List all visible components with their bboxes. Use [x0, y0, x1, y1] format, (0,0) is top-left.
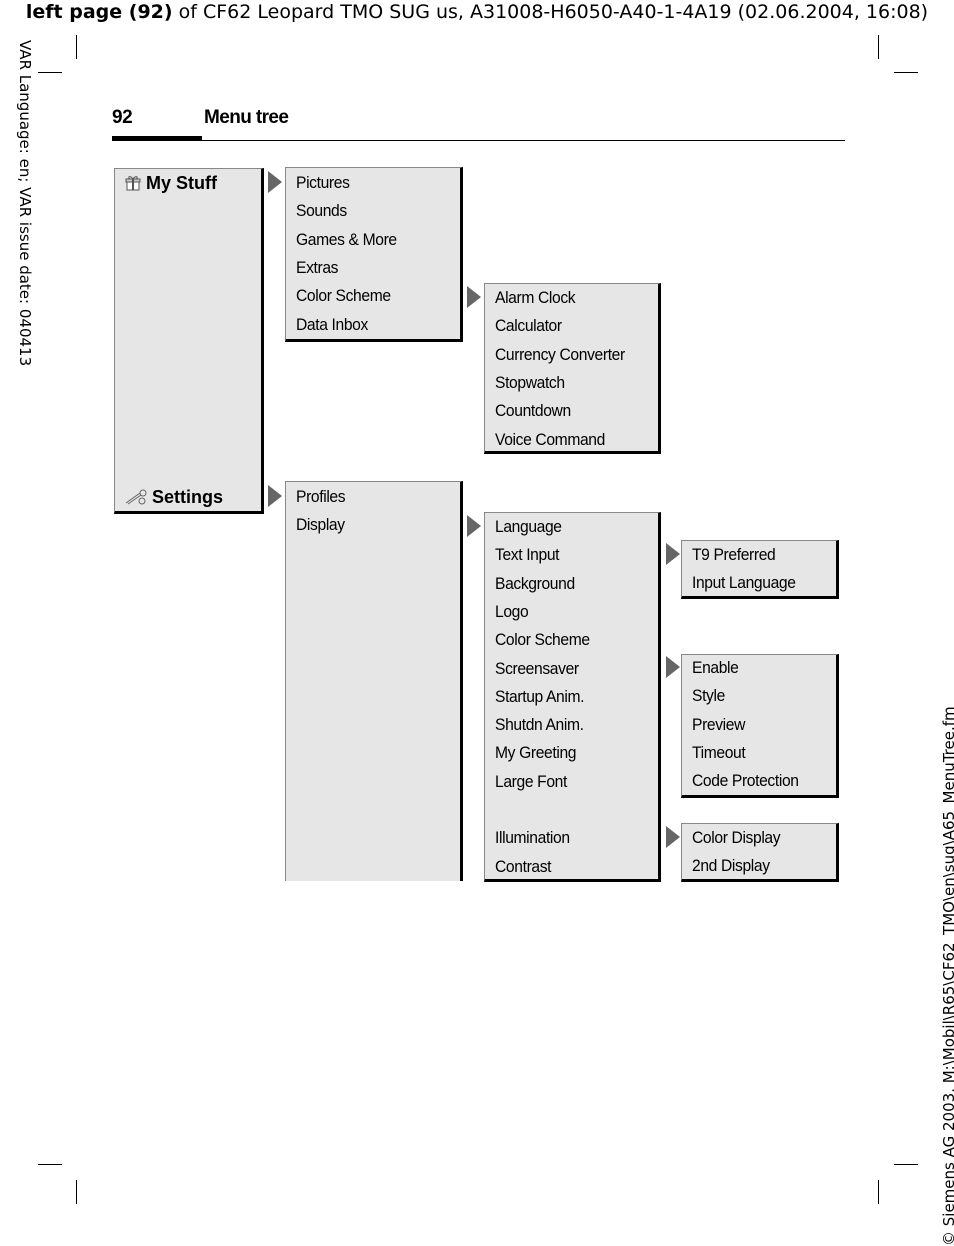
wrench-icon [125, 489, 147, 505]
submenu-arrow-icon [666, 543, 680, 565]
crop-mark [38, 1164, 62, 1165]
right-margin-text: © Siemens AG 2003, M:\Mobil\R65\CF62_TMO… [940, 706, 954, 1246]
left-margin-text: VAR Language: en; VAR issue date: 040413 [16, 40, 34, 367]
menu-item[interactable]: Voice Command [495, 430, 605, 450]
submenu-box-screensaver: Enable Style Preview Timeout Code Protection [681, 654, 839, 798]
menu-item[interactable]: 2nd Display [692, 856, 770, 876]
print-header-bold: left page (92) [25, 1, 173, 23]
main-item-my-stuff[interactable]: My Stuff [124, 172, 217, 194]
menu-item[interactable]: Color Scheme [495, 630, 590, 650]
document-page: left page (92) of CF62 Leopard TMO SUG u… [0, 0, 954, 1246]
gift-icon [125, 176, 141, 191]
menu-item[interactable]: Code Protection [692, 771, 799, 791]
crop-mark [894, 1164, 918, 1165]
crop-mark [76, 35, 77, 59]
submenu-box-text-input: T9 Preferred Input Language [681, 540, 839, 599]
menu-item[interactable]: Shutdn Anim. [495, 715, 584, 735]
section-title: Menu tree [204, 107, 289, 128]
menu-item[interactable]: Background [495, 574, 575, 594]
submenu-arrow-icon [666, 826, 680, 848]
main-menu-box: My Stuff Settings [114, 168, 264, 514]
page-number: 92 [112, 107, 133, 128]
menu-item[interactable]: Sounds [296, 201, 347, 221]
main-item-label: Settings [152, 487, 224, 507]
menu-item[interactable]: Large Font [495, 772, 567, 792]
menu-item[interactable]: Calculator [495, 316, 562, 336]
menu-item[interactable]: Screensaver [495, 659, 579, 679]
submenu-box-settings: Profiles Display [285, 481, 463, 881]
submenu-arrow-icon [467, 515, 481, 537]
menu-item[interactable]: Countdown [495, 401, 571, 421]
crop-mark [878, 35, 879, 59]
menu-item[interactable]: Logo [495, 602, 529, 622]
menu-item[interactable]: Language [495, 517, 562, 537]
menu-item[interactable]: Games & More [296, 230, 397, 250]
menu-item[interactable]: Startup Anim. [495, 687, 584, 707]
menu-item[interactable]: Timeout [692, 743, 746, 763]
menu-item[interactable]: Display [296, 515, 345, 535]
print-header: left page (92) of CF62 Leopard TMO SUG u… [0, 1, 954, 23]
crop-mark [878, 1180, 879, 1204]
menu-item[interactable]: My Greeting [495, 743, 577, 763]
main-item-label: My Stuff [146, 173, 217, 193]
crop-mark [38, 72, 62, 73]
menu-item[interactable]: Extras [296, 258, 338, 278]
submenu-box-illumination: Color Display 2nd Display [681, 823, 839, 882]
menu-item[interactable]: Alarm Clock [495, 288, 576, 308]
crop-mark [894, 72, 918, 73]
menu-item[interactable]: Enable [692, 658, 739, 678]
menu-item[interactable]: Profiles [296, 487, 346, 507]
submenu-arrow-icon [467, 286, 481, 308]
print-header-rest: of CF62 Leopard TMO SUG us, A31008-H6050… [172, 1, 929, 23]
menu-item[interactable]: Pictures [296, 173, 350, 193]
menu-item[interactable]: Currency Converter [495, 345, 625, 365]
menu-item[interactable]: Data Inbox [296, 315, 368, 335]
submenu-arrow-icon [268, 171, 282, 193]
main-item-settings[interactable]: Settings [124, 486, 223, 508]
header-rule [112, 140, 845, 141]
submenu-arrow-icon [268, 485, 282, 507]
menu-item[interactable]: Text Input [495, 545, 560, 565]
menu-item[interactable]: Input Language [692, 573, 796, 593]
submenu-box-my-stuff: Pictures Sounds Games & More Extras Color Sc… [285, 167, 463, 342]
submenu-arrow-icon [666, 656, 680, 678]
menu-item[interactable]: Color Scheme [296, 286, 391, 306]
submenu-box-extras: Alarm Clock Calculator Currency Converter S… [484, 283, 661, 454]
menu-item[interactable]: T9 Preferred [692, 545, 776, 565]
menu-item[interactable]: Illumination [495, 828, 570, 848]
submenu-box-display: Language Text Input Background Logo Color Sc… [484, 512, 661, 882]
menu-item[interactable]: Contrast [495, 857, 552, 877]
crop-mark [76, 1180, 77, 1204]
menu-item[interactable]: Preview [692, 715, 745, 735]
menu-item[interactable]: Style [692, 686, 725, 706]
menu-item[interactable]: Color Display [692, 828, 781, 848]
menu-item[interactable]: Stopwatch [495, 373, 565, 393]
